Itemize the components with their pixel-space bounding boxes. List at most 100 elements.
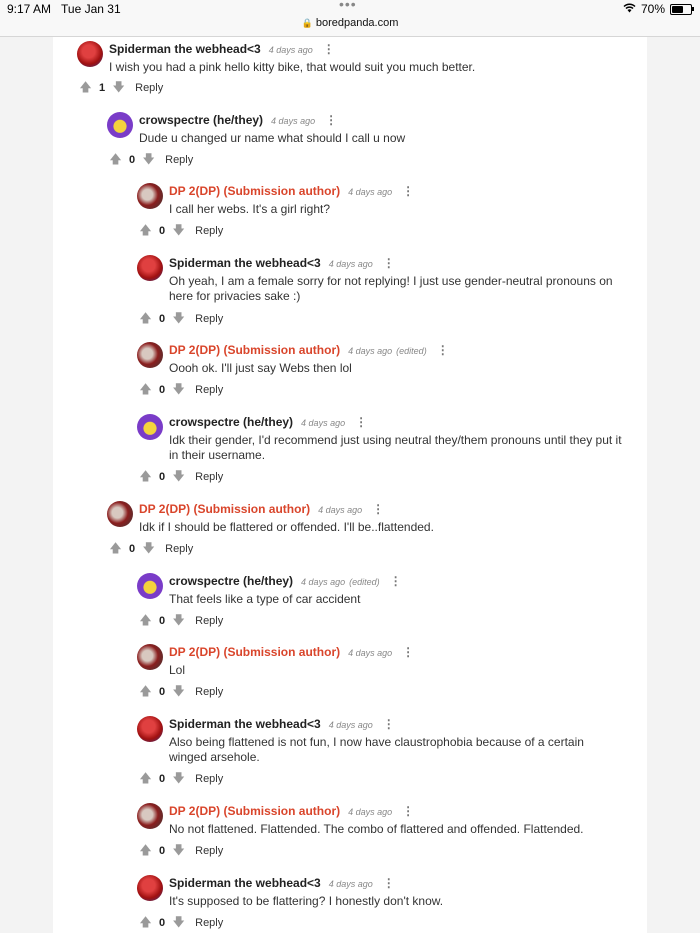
upvote-icon[interactable]: 🡅 xyxy=(139,769,152,790)
comment-author[interactable]: DP 2(DP) (Submission author) xyxy=(169,343,340,357)
reply-button[interactable]: Reply xyxy=(195,225,223,237)
lock-icon: 🔒 xyxy=(301,18,313,28)
url-text: boredpanda.com xyxy=(315,17,399,29)
reply-button[interactable]: Reply xyxy=(195,686,223,698)
downvote-icon[interactable]: 🡇 xyxy=(142,150,155,171)
comment-author[interactable]: crowspectre (he/they) xyxy=(169,574,293,588)
upvote-icon[interactable]: 🡅 xyxy=(139,380,152,401)
comment-author[interactable]: crowspectre (he/they) xyxy=(169,415,293,429)
upvote-icon[interactable]: 🡅 xyxy=(109,539,122,560)
downvote-icon[interactable]: 🡇 xyxy=(172,611,185,632)
more-options-icon[interactable]: ⋮ xyxy=(402,804,414,818)
comments-panel: Spiderman the webhead<3 4 days ago ⋮ I wis… xyxy=(53,37,647,933)
more-options-icon[interactable]: ⋮ xyxy=(390,574,402,588)
comment-text: I call her webs. It's a girl right? xyxy=(169,202,331,216)
vote-count: 0 xyxy=(159,845,166,857)
comment-author[interactable]: crowspectre (he/they) xyxy=(139,113,263,127)
avatar[interactable] xyxy=(137,716,163,742)
address-bar[interactable]: 🔒 boredpanda.com xyxy=(0,17,700,29)
upvote-icon[interactable]: 🡅 xyxy=(109,150,122,171)
more-options-icon[interactable]: ⋮ xyxy=(383,256,395,270)
downvote-icon[interactable]: 🡇 xyxy=(172,309,185,330)
more-dots-icon[interactable]: ••• xyxy=(339,0,357,12)
avatar[interactable] xyxy=(107,112,133,138)
vote-bar: 🡅 0 🡇 Reply xyxy=(109,152,193,168)
downvote-icon[interactable]: 🡇 xyxy=(172,769,185,790)
reply-button[interactable]: Reply xyxy=(165,543,193,555)
vote-count: 0 xyxy=(129,154,136,166)
reply-button[interactable]: Reply xyxy=(195,773,223,785)
comment-author[interactable]: DP 2(DP) (Submission author) xyxy=(169,804,340,818)
reply-button[interactable]: Reply xyxy=(195,615,223,627)
downvote-icon[interactable]: 🡇 xyxy=(172,913,185,933)
vote-count: 0 xyxy=(159,313,166,325)
comment-author[interactable]: DP 2(DP) (Submission author) xyxy=(169,645,340,659)
more-options-icon[interactable]: ⋮ xyxy=(323,42,335,56)
vote-bar: 🡅 0 🡇 Reply xyxy=(139,223,223,239)
upvote-icon[interactable]: 🡅 xyxy=(139,611,152,632)
reply-button[interactable]: Reply xyxy=(195,917,223,929)
upvote-icon[interactable]: 🡅 xyxy=(139,221,152,242)
upvote-icon[interactable]: 🡅 xyxy=(139,309,152,330)
upvote-icon[interactable]: 🡅 xyxy=(139,913,152,933)
avatar[interactable] xyxy=(137,342,163,368)
reply-button[interactable]: Reply xyxy=(165,154,193,166)
more-options-icon[interactable]: ⋮ xyxy=(437,343,449,357)
reply-button[interactable]: Reply xyxy=(195,384,223,396)
downvote-icon[interactable]: 🡇 xyxy=(172,682,185,703)
comment-text: Idk if I should be flattered or offended… xyxy=(139,520,434,534)
comment-time: 4 days ago xyxy=(348,346,393,356)
status-time: 9:17 AM Tue Jan 31 xyxy=(7,2,121,16)
comment-author[interactable]: Spiderman the webhead<3 xyxy=(169,876,321,890)
downvote-icon[interactable]: 🡇 xyxy=(142,539,155,560)
avatar[interactable] xyxy=(137,875,163,901)
avatar[interactable] xyxy=(137,573,163,599)
reply-button[interactable]: Reply xyxy=(195,471,223,483)
more-options-icon[interactable]: ⋮ xyxy=(372,502,384,516)
downvote-icon[interactable]: 🡇 xyxy=(172,221,185,242)
more-options-icon[interactable]: ⋮ xyxy=(402,645,414,659)
upvote-icon[interactable]: 🡅 xyxy=(139,682,152,703)
more-options-icon[interactable]: ⋮ xyxy=(402,184,414,198)
reply-button[interactable]: Reply xyxy=(135,82,163,94)
downvote-icon[interactable]: 🡇 xyxy=(112,78,125,99)
comment-time: 4 days ago xyxy=(328,720,373,730)
upvote-icon[interactable]: 🡅 xyxy=(79,78,92,99)
avatar[interactable] xyxy=(137,414,163,440)
comment-author[interactable]: DP 2(DP) (Submission author) xyxy=(139,502,310,516)
comment-author[interactable]: DP 2(DP) (Submission author) xyxy=(169,184,340,198)
reply-button[interactable]: Reply xyxy=(195,845,223,857)
avatar[interactable] xyxy=(137,644,163,670)
vote-count: 0 xyxy=(159,384,166,396)
more-options-icon[interactable]: ⋮ xyxy=(325,113,337,127)
status-bar: 9:17 AM Tue Jan 31 ••• 🔒 boredpanda.com 7… xyxy=(0,0,700,37)
vote-bar: 🡅 0 🡇 Reply xyxy=(139,771,223,787)
comment-text: Lol xyxy=(169,663,186,677)
downvote-icon[interactable]: 🡇 xyxy=(172,841,185,862)
comment-text: Dude u changed ur name what should I cal… xyxy=(139,131,406,145)
downvote-icon[interactable]: 🡇 xyxy=(172,467,185,488)
avatar[interactable] xyxy=(137,255,163,281)
avatar[interactable] xyxy=(77,41,103,67)
comment-text: I wish you had a pink hello kitty bike, … xyxy=(109,60,476,74)
more-options-icon[interactable]: ⋮ xyxy=(383,717,395,731)
avatar[interactable] xyxy=(107,501,133,527)
vote-bar: 🡅 1 🡇 Reply xyxy=(79,80,163,96)
more-options-icon[interactable]: ⋮ xyxy=(383,876,395,890)
comment-author[interactable]: Spiderman the webhead<3 xyxy=(169,717,321,731)
vote-bar: 🡅 0 🡇 Reply xyxy=(139,915,223,931)
avatar[interactable] xyxy=(137,803,163,829)
upvote-icon[interactable]: 🡅 xyxy=(139,467,152,488)
comment-author[interactable]: Spiderman the webhead<3 xyxy=(169,256,321,270)
vote-count: 0 xyxy=(159,686,166,698)
comment-author[interactable]: Spiderman the webhead<3 xyxy=(109,42,261,56)
vote-bar: 🡅 0 🡇 Reply xyxy=(139,843,223,859)
avatar[interactable] xyxy=(137,183,163,209)
comment-time: 4 days ago xyxy=(328,879,373,889)
vote-count: 0 xyxy=(159,225,166,237)
comment-time: 4 days ago xyxy=(348,807,393,817)
more-options-icon[interactable]: ⋮ xyxy=(355,415,367,429)
downvote-icon[interactable]: 🡇 xyxy=(172,380,185,401)
upvote-icon[interactable]: 🡅 xyxy=(139,841,152,862)
reply-button[interactable]: Reply xyxy=(195,313,223,325)
